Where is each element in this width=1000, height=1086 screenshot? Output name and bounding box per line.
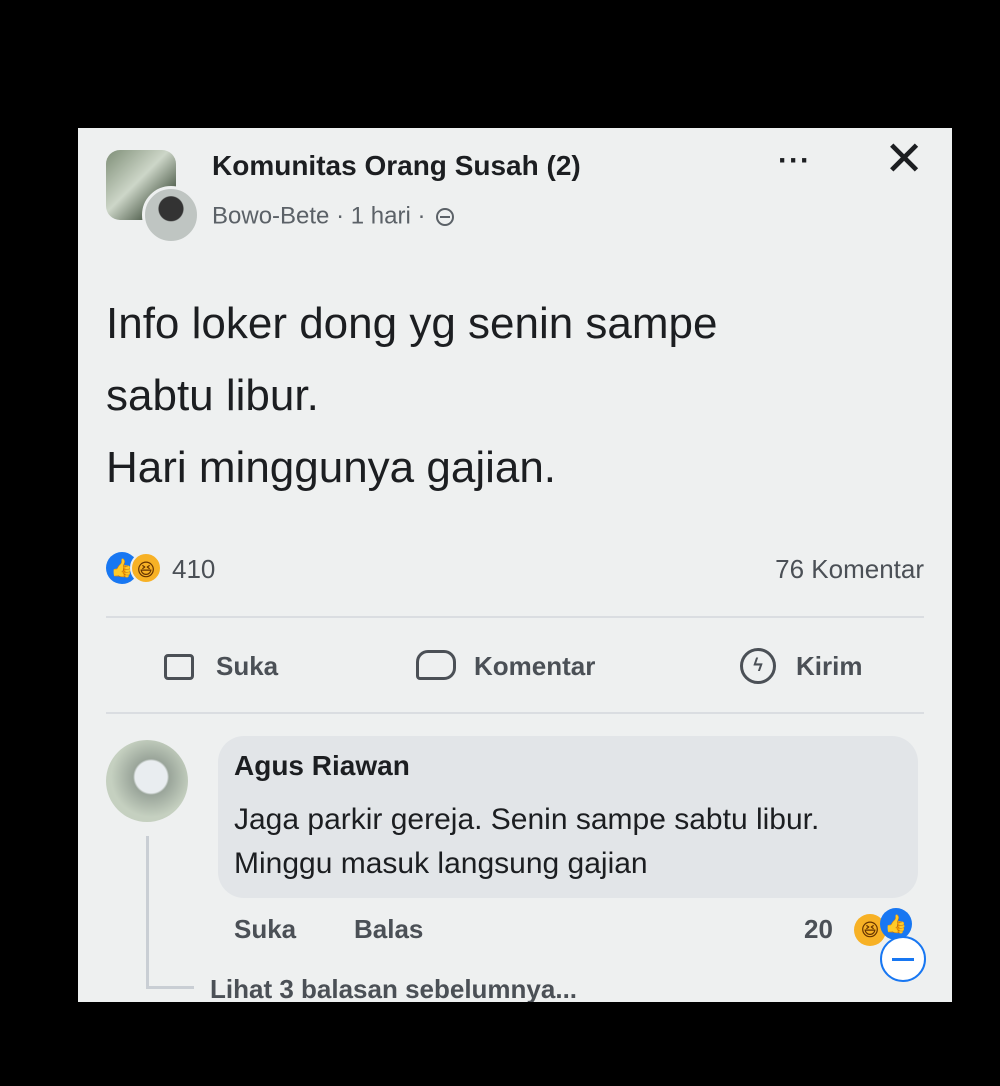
globe-icon [436, 207, 455, 226]
send-label: Kirim [796, 650, 863, 681]
more-options-icon[interactable]: ··· [778, 144, 811, 178]
post-header: Komunitas Orang Susah (2) Bowo-Bete · 1 … [78, 128, 952, 258]
thumbs-up-icon [158, 648, 200, 684]
comment-icon [416, 648, 458, 684]
close-icon[interactable]: ✕ [884, 136, 924, 184]
comment-reply-button[interactable]: Balas [354, 914, 423, 945]
messenger-icon: ϟ [738, 648, 780, 684]
author-avatar[interactable] [142, 186, 200, 244]
reaction-count: 410 [172, 554, 216, 584]
comment-author[interactable]: Agus Riawan [234, 750, 410, 782]
group-name[interactable]: Komunitas Orang Susah (2) [212, 150, 581, 182]
like-button[interactable]: Suka [158, 648, 278, 684]
post-time[interactable]: 1 hari [351, 203, 411, 230]
like-reaction-icon: 👍 [880, 908, 912, 940]
thread-branch [146, 986, 194, 989]
commenter-avatar[interactable] [106, 740, 188, 822]
author-name[interactable]: Bowo-Bete [212, 203, 329, 230]
meta-separator: · [417, 202, 426, 230]
comment-reaction-count: 20 [804, 914, 833, 944]
comment-button[interactable]: Komentar [416, 648, 595, 684]
group-avatar[interactable] [106, 150, 200, 244]
divider [106, 712, 924, 714]
comment-label: Komentar [474, 650, 596, 681]
meta-separator: · [336, 202, 345, 230]
comment-count[interactable]: 76 Komentar [775, 554, 924, 585]
reply-bubble-icon[interactable] [880, 936, 926, 982]
thread-line [146, 836, 149, 986]
post-meta: Bowo-Bete · 1 hari · [212, 202, 455, 231]
post-actions: Suka Komentar ϟ Kirim [78, 628, 952, 708]
haha-reaction-icon: 😆 [130, 552, 162, 584]
comment-like-button[interactable]: Suka [234, 914, 296, 945]
view-previous-replies[interactable]: Lihat 3 balasan sebelumnya... [210, 974, 577, 1002]
divider [106, 616, 924, 618]
comment-text: Jaga parkir gereja. Senin sampe sabtu li… [234, 803, 820, 880]
post-text: Info loker dong yg senin sampe sabtu lib… [106, 299, 718, 492]
post-card: Komunitas Orang Susah (2) Bowo-Bete · 1 … [78, 128, 952, 1002]
like-label: Suka [216, 650, 279, 681]
send-button[interactable]: ϟ Kirim [738, 648, 862, 684]
